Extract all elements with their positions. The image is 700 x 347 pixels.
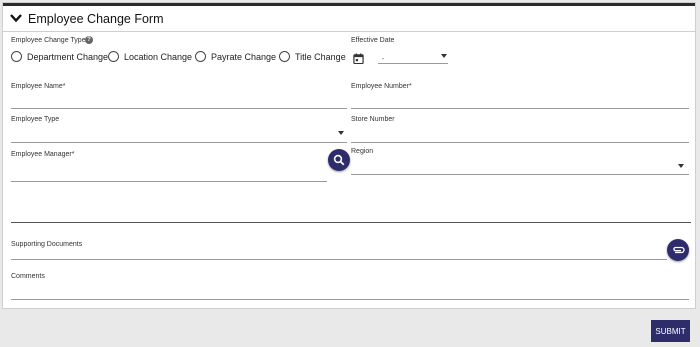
comments-label: Comments [11,273,45,280]
chevron-down-icon[interactable] [441,54,447,58]
radio-label: Department Change [27,51,109,62]
form-title: Employee Change Form [28,12,164,26]
store-number-field[interactable] [351,142,689,143]
submit-button[interactable]: SUBMIT [651,320,690,342]
radio-department-change[interactable]: Department Change [11,48,109,63]
manager-search-button[interactable] [328,149,350,171]
comments-field[interactable] [11,299,689,300]
region-select[interactable] [351,174,689,175]
attach-button[interactable] [667,239,689,261]
help-icon[interactable]: ? [85,36,93,44]
change-type-label: Employee Change Type* [11,37,89,44]
section-divider [11,222,691,223]
employee-number-field[interactable] [351,108,689,109]
effective-date-label: Effective Date [351,37,395,44]
search-icon [333,154,345,166]
chevron-down-icon[interactable] [338,131,344,135]
employee-type-select[interactable] [11,142,347,143]
employee-type-label: Employee Type [11,116,60,123]
radio-label: Location Change [124,51,193,62]
form-header[interactable]: Employee Change Form [3,6,695,32]
effective-date-value[interactable]: - [382,56,384,63]
employee-name-field[interactable] [11,108,347,109]
employee-manager-label: Employee Manager* [11,151,75,158]
radio-circle[interactable] [279,51,290,63]
radio-circle[interactable] [195,51,206,63]
radio-label: Payrate Change [211,51,277,62]
radio-circle[interactable] [11,51,22,63]
calendar-icon[interactable] [353,53,364,64]
radio-title-change[interactable]: Title Change [279,48,346,63]
effective-date-field[interactable] [378,63,448,64]
radio-label: Title Change [295,51,346,62]
store-number-label: Store Number [351,116,395,123]
employee-name-label: Employee Name* [11,83,66,90]
employee-manager-field[interactable] [11,181,327,182]
employee-change-form: Employee Change Form Employee Change Typ… [2,2,696,309]
employee-number-label: Employee Number* [351,83,412,90]
paperclip-icon [672,246,685,254]
chevron-down-icon[interactable] [678,164,684,168]
supporting-documents-label: Supporting Documents [11,241,83,248]
radio-circle[interactable] [108,51,119,63]
radio-payrate-change[interactable]: Payrate Change [195,48,277,63]
supporting-documents-field[interactable] [11,259,667,260]
region-label: Region [351,148,374,155]
radio-location-change[interactable]: Location Change [108,48,193,63]
chevron-down-icon[interactable] [9,11,23,25]
